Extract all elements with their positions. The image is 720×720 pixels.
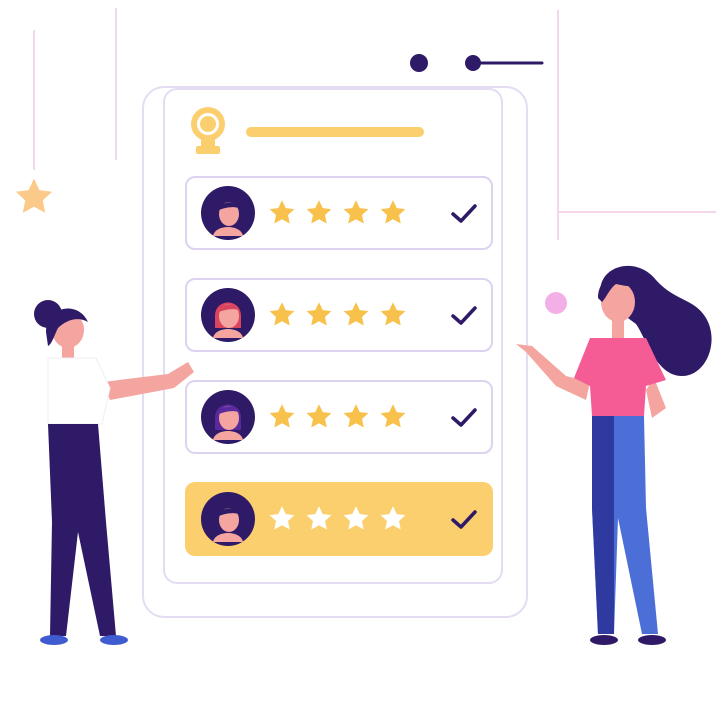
review-card[interactable] (185, 176, 493, 250)
star-icon[interactable] (304, 504, 334, 534)
slider-icon (410, 54, 544, 72)
star-icon[interactable] (378, 300, 408, 330)
star-icon[interactable] (267, 402, 297, 432)
award-badge-icon (191, 107, 225, 154)
avatar-woman-red-hair-icon (201, 288, 255, 342)
star-icon[interactable] (341, 198, 371, 228)
rating-stars (267, 504, 408, 534)
rating-stars (267, 198, 408, 228)
review-card[interactable] (185, 278, 493, 352)
star-icon[interactable] (378, 402, 408, 432)
avatar-woman-purple-hair-icon (201, 390, 255, 444)
checkmark-icon[interactable] (449, 304, 479, 328)
woman-right-illustration (516, 265, 712, 645)
checkmark-icon[interactable] (449, 508, 479, 532)
star-icon[interactable] (267, 198, 297, 228)
star-icon (15, 178, 53, 213)
review-card[interactable] (185, 380, 493, 454)
star-icon[interactable] (341, 402, 371, 432)
header-bar (246, 127, 424, 137)
star-icon[interactable] (304, 198, 334, 228)
checkmark-icon[interactable] (449, 406, 479, 430)
star-icon[interactable] (267, 504, 297, 534)
rating-stars (267, 300, 408, 330)
star-icon[interactable] (378, 198, 408, 228)
illustration-scene (0, 0, 720, 720)
rating-stars (267, 402, 408, 432)
avatar-woman-dark-hair-icon (201, 492, 255, 546)
woman-left-illustration (34, 300, 194, 645)
star-icon[interactable] (267, 300, 297, 330)
star-icon[interactable] (304, 300, 334, 330)
review-card-highlighted[interactable] (185, 482, 493, 556)
star-icon[interactable] (304, 402, 334, 432)
avatar-woman-dark-hair-icon (201, 186, 255, 240)
star-icon[interactable] (341, 300, 371, 330)
checkmark-icon[interactable] (449, 202, 479, 226)
star-icon[interactable] (341, 504, 371, 534)
star-icon[interactable] (378, 504, 408, 534)
